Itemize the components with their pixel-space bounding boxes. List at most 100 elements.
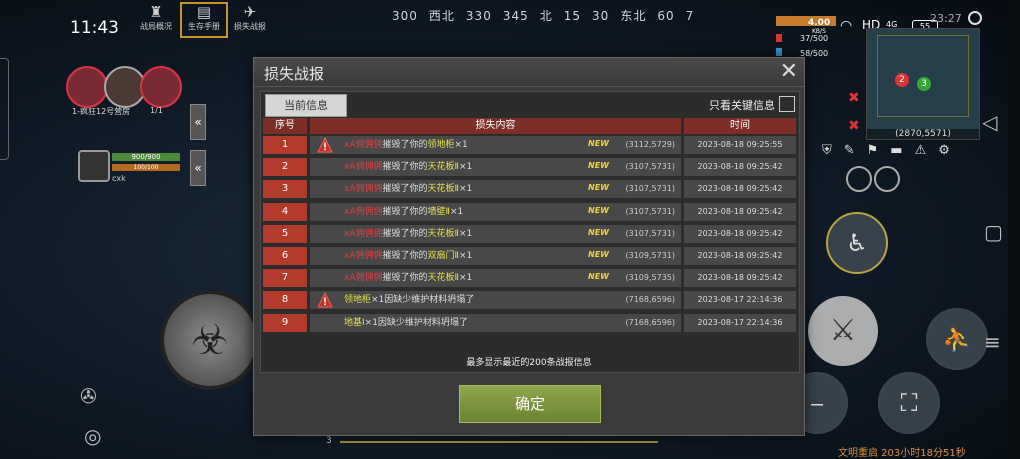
settings-ring-icon[interactable] bbox=[968, 11, 982, 25]
crouch-button[interactable]: ⛶ bbox=[878, 372, 940, 434]
table-row[interactable]: 8 领地柜×1因缺少维护材料坍塌了 (7168,6596) 2023-08-17 22… bbox=[263, 291, 796, 310]
attacker-name: xA佣佣佣 bbox=[344, 273, 383, 284]
minimap-marker-green: 3 bbox=[917, 77, 931, 91]
item-qty: ×1 bbox=[458, 184, 473, 195]
book-icon: ▤ bbox=[196, 3, 212, 21]
home-nav-icon[interactable]: ▢ bbox=[984, 220, 1003, 244]
row-index: 8 bbox=[263, 291, 307, 310]
loss-verb: 摧毁了你的 bbox=[382, 228, 428, 239]
back-nav-icon[interactable]: ◁ bbox=[982, 110, 997, 134]
table-row[interactable]: 7 xA佣佣佣摧毁了你的天花板Ⅱ×1 NEW (3109,5735) 2023-08-1… bbox=[263, 269, 796, 288]
avatar[interactable] bbox=[140, 66, 182, 108]
compass-bar: 300 西北 330 345 北 15 30 东北 60 7 bbox=[392, 7, 705, 24]
col-time-header: 时间 bbox=[684, 118, 796, 134]
row-coord: (3112,5729) bbox=[625, 140, 675, 149]
minimap-coord: (2870,5571) bbox=[867, 129, 979, 139]
jump-button[interactable]: ⛹ bbox=[926, 308, 988, 370]
minimap[interactable]: 2 3 (2870,5571) bbox=[866, 28, 980, 140]
loss-description: xA佣佣佣摧毁了你的天花板Ⅱ×1 bbox=[344, 180, 472, 198]
compass-mark: 300 bbox=[392, 9, 418, 23]
row-time: 2023-08-17 22:14:36 bbox=[684, 313, 796, 332]
mic-muted-icon[interactable]: ✖ bbox=[848, 90, 860, 106]
new-badge: NEW bbox=[588, 183, 609, 193]
move-joystick[interactable]: ☣ bbox=[160, 290, 260, 390]
col-index-header: 序号 bbox=[263, 118, 307, 134]
table-row[interactable]: 2 xA佣佣佣摧毁了你的天花板Ⅱ×1 NEW (3107,5731) 2023-08-1… bbox=[263, 158, 796, 177]
row-content: xA佣佣佣摧毁了你的领地柜×1 NEW (3112,5729) bbox=[310, 136, 681, 154]
row-index: 1 bbox=[263, 136, 307, 154]
compass-mark: 北 bbox=[539, 9, 553, 23]
item-qty: ×1因缺少维护材料坍塌了 bbox=[364, 317, 468, 328]
tab-overview[interactable]: ♜ 战局概况 bbox=[134, 4, 178, 36]
confirm-button[interactable]: 确定 bbox=[459, 385, 601, 423]
loss-description: xA佣佣佣摧毁了你的天花板Ⅱ×1 bbox=[344, 269, 472, 287]
table-header: 序号 损失内容 时间 bbox=[263, 118, 796, 134]
camera-icon[interactable]: ◎ bbox=[84, 424, 101, 448]
key-info-checkbox[interactable] bbox=[779, 96, 795, 112]
player-avatar[interactable] bbox=[78, 150, 110, 182]
table-row[interactable]: 9 地基Ⅰ×1因缺少维护材料坍塌了 (7168,6596) 2023-08-17 22… bbox=[263, 313, 796, 332]
item-name: 地基Ⅰ bbox=[344, 317, 365, 328]
warning-icon bbox=[317, 292, 333, 308]
tab-survival-manual-label: 生存手册 bbox=[188, 22, 220, 31]
avatar[interactable] bbox=[66, 66, 108, 108]
row-content: 地基Ⅰ×1因缺少维护材料坍塌了 (7168,6596) bbox=[310, 313, 681, 332]
close-icon[interactable]: ✕ bbox=[780, 59, 798, 84]
table-row[interactable]: 6 xA佣佣佣摧毁了你的双扇门Ⅱ×1 NEW (3109,5731) 2023-08-1… bbox=[263, 246, 796, 265]
loss-description: xA佣佣佣摧毁了你的天花板Ⅱ×1 bbox=[344, 225, 472, 243]
crouch-toggle-button[interactable]: ♿ bbox=[826, 212, 888, 274]
row-time: 2023-08-18 09:25:42 bbox=[684, 180, 796, 199]
tab-loss-report[interactable]: ✈ 损失战报 bbox=[228, 4, 272, 36]
report-panel: 当前信息 只看关键信息 序号 损失内容 时间 1 xA佣佣佣摧毁了你的领地柜×1 N… bbox=[260, 91, 800, 373]
attacker-name: xA佣佣佣 bbox=[344, 140, 383, 150]
net-speed: 4.00 bbox=[808, 18, 831, 28]
row-coord: (3107,5731) bbox=[625, 228, 675, 238]
table-row[interactable]: 4 xA佣佣佣摧毁了你的墙壁Ⅱ×1 NEW (3107,5731) 2023-08-18… bbox=[263, 202, 796, 221]
tab-current-info[interactable]: 当前信息 bbox=[265, 94, 347, 117]
speaker-muted-icon[interactable]: ✖ bbox=[848, 118, 860, 134]
collapse-player-button[interactable]: « bbox=[190, 150, 206, 186]
item-qty: ×1 bbox=[458, 228, 473, 239]
table-row[interactable]: 1 xA佣佣佣摧毁了你的领地柜×1 NEW (3112,5729) 2023-08-18… bbox=[263, 136, 796, 154]
row-time: 2023-08-17 22:14:36 bbox=[684, 291, 796, 310]
resource-a: 37/500 bbox=[800, 34, 829, 43]
loss-verb: 摧毁了你的 bbox=[382, 162, 428, 173]
compass-mark: 30 bbox=[592, 9, 610, 23]
hotbar-indicator bbox=[340, 441, 658, 443]
loss-description: 领地柜×1因缺少维护材料坍塌了 bbox=[344, 291, 474, 309]
row-content: xA佣佣佣摧毁了你的天花板Ⅱ×1 NEW (3107,5731) bbox=[310, 180, 681, 199]
table-row[interactable]: 3 xA佣佣佣摧毁了你的天花板Ⅱ×1 NEW (3107,5731) 2023-08-1… bbox=[263, 180, 796, 199]
row-coord: (3109,5731) bbox=[625, 250, 675, 260]
menu-nav-icon[interactable]: ≡ bbox=[984, 330, 1001, 354]
player-hp-bar: 900/900 bbox=[112, 153, 180, 161]
edge-pull-tab[interactable] bbox=[0, 58, 9, 160]
row-content: 领地柜×1因缺少维护材料坍塌了 (7168,6596) bbox=[310, 291, 681, 310]
gesture-icon[interactable] bbox=[846, 166, 872, 192]
new-badge: NEW bbox=[588, 249, 609, 259]
civilization-restart-timer: 文明重启 203小时18分51秒 bbox=[838, 448, 966, 459]
tab-survival-manual[interactable]: ▤ 生存手册 bbox=[180, 2, 228, 38]
quick-icons-row[interactable]: ⛨✎⚑▬⚠⚙ bbox=[822, 143, 962, 158]
new-badge: NEW bbox=[588, 139, 609, 148]
new-badge: NEW bbox=[588, 227, 609, 237]
system-gesture-bar bbox=[1008, 0, 1020, 459]
whistle-icon[interactable]: ✇ bbox=[80, 384, 97, 408]
resource-b-icon bbox=[776, 48, 782, 56]
key-info-filter-label: 只看关键信息 bbox=[709, 99, 775, 112]
item-name: 天花板Ⅱ bbox=[427, 228, 459, 239]
row-time: 2023-08-18 09:25:42 bbox=[684, 224, 796, 243]
item-name: 天花板Ⅱ bbox=[427, 162, 459, 173]
table-row[interactable]: 5 xA佣佣佣摧毁了你的天花板Ⅱ×1 NEW (3107,5731) 2023-08-1… bbox=[263, 224, 796, 243]
location-icon[interactable] bbox=[874, 166, 900, 192]
tower-icon: ♜ bbox=[149, 3, 163, 21]
loss-description: xA佣佣佣摧毁了你的天花板Ⅱ×1 bbox=[344, 158, 472, 176]
loss-description: 地基Ⅰ×1因缺少维护材料坍塌了 bbox=[344, 314, 468, 332]
attacker-name: xA佣佣佣 bbox=[344, 206, 383, 217]
collapse-team-button[interactable]: « bbox=[190, 104, 206, 140]
melee-attack-button[interactable]: ⚔ bbox=[808, 296, 878, 366]
player-name: cxk bbox=[112, 174, 126, 183]
attacker-name: xA佣佣佣 bbox=[344, 228, 383, 239]
row-time: 2023-08-18 09:25:42 bbox=[684, 246, 796, 265]
report-table-body: 1 xA佣佣佣摧毁了你的领地柜×1 NEW (3112,5729) 2023-08-18… bbox=[263, 136, 796, 336]
tab-loss-report-label: 损失战报 bbox=[234, 22, 266, 31]
